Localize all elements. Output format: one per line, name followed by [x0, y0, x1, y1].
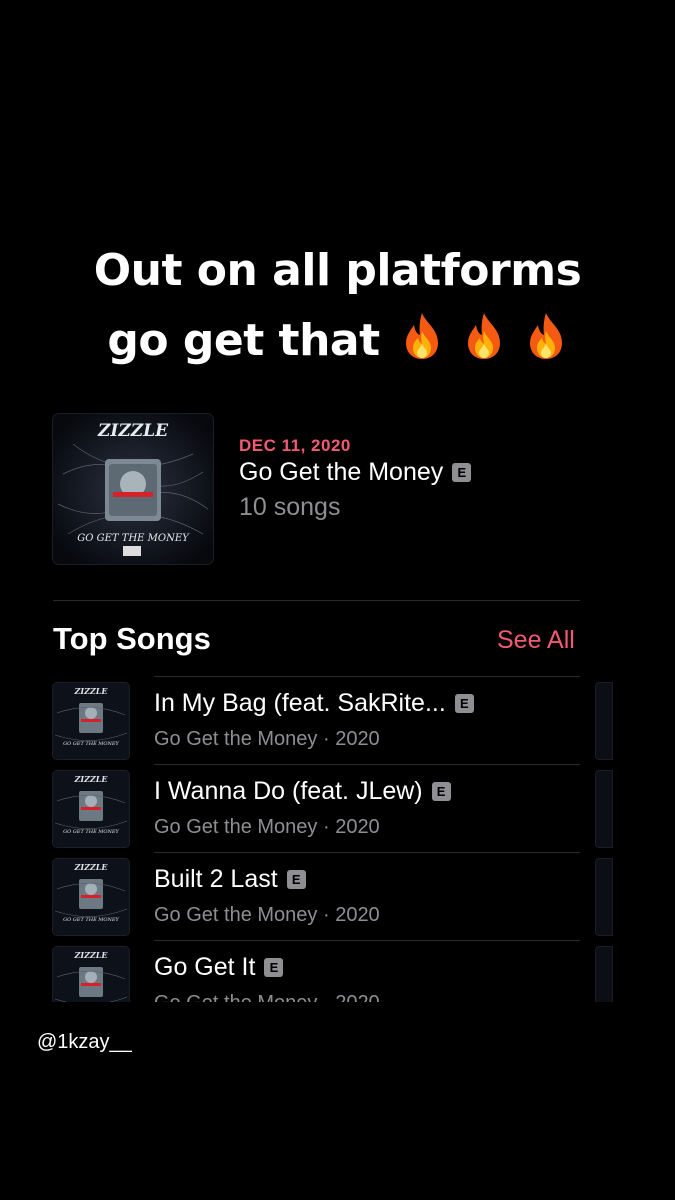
song-artwork: ZIZZLE GO GET THE MONEY [53, 771, 129, 847]
song-artwork-image: ZIZZLE GO GET THE MONEY [53, 859, 129, 935]
fire-emoji-group [400, 311, 568, 361]
caption-line-2: go get that [107, 315, 379, 366]
next-column-artwork[interactable] [596, 771, 612, 847]
song-title-row: Built 2 Last E [154, 865, 306, 894]
explicit-badge: E [264, 958, 283, 977]
fire-emoji-icon [462, 311, 506, 361]
fire-emoji-icon [524, 311, 568, 361]
song-album-year: Go Get the Money · 2020 [154, 728, 380, 751]
song-artwork-image: ZIZZLEGO GET THE MONEY [53, 947, 129, 1002]
svg-text:GO GET THE MONEY: GO GET THE MONEY [63, 917, 119, 923]
see-all-link[interactable]: See All [497, 626, 575, 655]
album-title-row[interactable]: Go Get the Money E [239, 458, 471, 487]
song-artwork-image: ZIZZLE GO GET THE MONEY [53, 771, 129, 847]
song-row[interactable]: ZIZZLEGO GET THE MONEY Go Get It E Go Get… [0, 940, 675, 1002]
song-album-year: Go Get the Money · 2020 [154, 816, 380, 839]
album-song-count: 10 songs [239, 493, 340, 522]
explicit-badge: E [287, 870, 306, 889]
song-title-row: Go Get It E [154, 953, 283, 982]
svg-text:ZIZZLE: ZIZZLE [74, 862, 109, 872]
song-row[interactable]: ZIZZLE GO GET THE MONEY Built 2 Last E Go … [0, 852, 675, 940]
row-divider [154, 852, 580, 853]
svg-text:ZIZZLE: ZIZZLE [74, 686, 109, 696]
song-artwork: ZIZZLE GO GET THE MONEY [53, 683, 129, 759]
svg-text:ZIZZLE: ZIZZLE [74, 950, 109, 960]
album-release-date: DEC 11, 2020 [239, 436, 351, 456]
song-row[interactable]: ZIZZLE GO GET THE MONEY I Wanna Do (feat.… [0, 764, 675, 852]
album-cover[interactable]: ZIZZLE GO GET THE MONEY [53, 414, 213, 564]
caption-line-2-wrap: go get that [0, 306, 675, 376]
album-title: Go Get the Money [239, 458, 443, 486]
svg-text:GO GET THE MONEY: GO GET THE MONEY [63, 741, 119, 747]
song-artwork: ZIZZLEGO GET THE MONEY [53, 947, 129, 1002]
song-album-year: Go Get the Money · 2020 [154, 992, 380, 1002]
song-title: Go Get It [154, 953, 255, 981]
song-title-row: In My Bag (feat. SakRite... E [154, 689, 474, 718]
explicit-badge: E [432, 782, 451, 801]
song-row[interactable]: ZIZZLE GO GET THE MONEY In My Bag (feat. … [0, 676, 675, 764]
album-cover-title-text: GO GET THE MONEY [77, 533, 190, 544]
album-cover-artist-text: ZIZZLE [97, 421, 169, 441]
song-title: In My Bag (feat. SakRite... [154, 689, 446, 717]
story-caption: Out on all platforms go get that [0, 236, 675, 376]
explicit-badge: E [455, 694, 474, 713]
next-column-artwork[interactable] [596, 947, 612, 1002]
next-column-artwork[interactable] [596, 859, 612, 935]
fire-emoji-icon [400, 311, 444, 361]
song-title-row: I Wanna Do (feat. JLew) E [154, 777, 451, 806]
svg-text:GO GET THE MONEY: GO GET THE MONEY [63, 829, 119, 835]
section-divider [53, 600, 580, 601]
row-divider [154, 676, 580, 677]
song-artwork-image: ZIZZLE GO GET THE MONEY [53, 683, 129, 759]
top-songs-heading: Top Songs [53, 621, 211, 657]
row-divider [154, 940, 580, 941]
explicit-badge: E [452, 463, 471, 482]
song-title: Built 2 Last [154, 865, 278, 893]
row-divider [154, 764, 580, 765]
song-title: I Wanna Do (feat. JLew) [154, 777, 423, 805]
svg-text:ZIZZLE: ZIZZLE [74, 774, 109, 784]
top-songs-list: ZIZZLE GO GET THE MONEY In My Bag (feat. … [0, 676, 675, 1002]
album-cover-art: ZIZZLE GO GET THE MONEY [53, 414, 213, 564]
song-artwork: ZIZZLE GO GET THE MONEY [53, 859, 129, 935]
caption-line-1: Out on all platforms [0, 236, 675, 306]
song-album-year: Go Get the Money · 2020 [154, 904, 380, 927]
user-handle-sticker[interactable]: @1kzay__ [37, 1031, 132, 1054]
next-column-artwork[interactable] [596, 683, 612, 759]
